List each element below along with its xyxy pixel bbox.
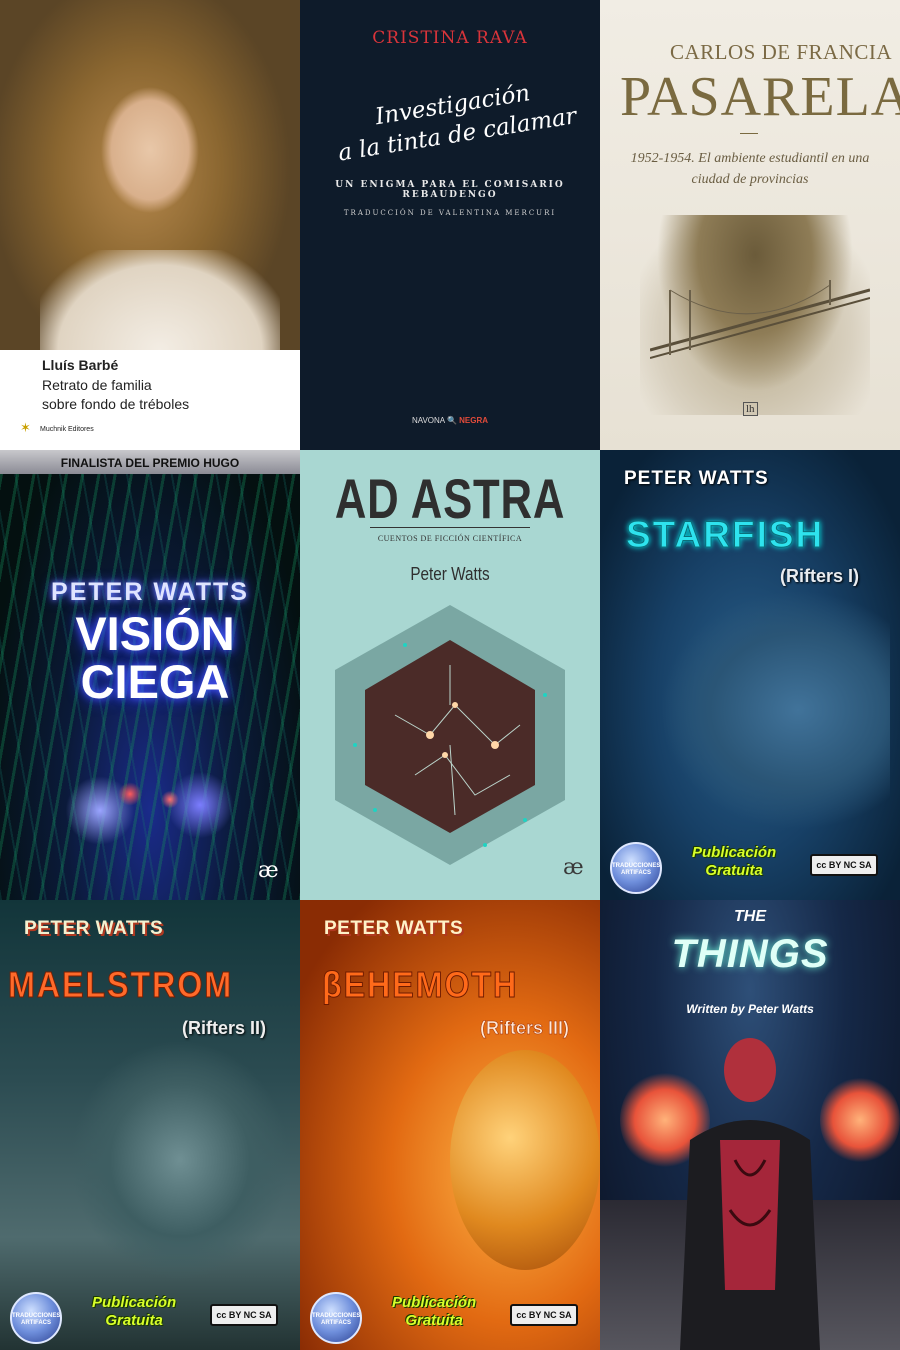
cover-author: PETER WATTS bbox=[24, 918, 164, 939]
badge-line2: Gratuita bbox=[405, 1312, 463, 1329]
traducciones-artifacs-logo: TRADUCCIONES ARTIFACS bbox=[310, 1292, 362, 1344]
cover-title-the: THE bbox=[734, 908, 766, 925]
creative-commons-icon: cc BY NC SA bbox=[510, 1304, 578, 1326]
publisher-logo: NAVONA 🔍 NEGRA bbox=[300, 416, 600, 425]
creative-commons-icon: cc BY NC SA bbox=[210, 1304, 278, 1326]
cover-title-line1: Retrato de familia bbox=[42, 377, 152, 393]
traducciones-artifacs-logo: TRADUCCIONES ARTIFACS bbox=[610, 842, 662, 894]
cover-title: STARFISH bbox=[625, 514, 825, 556]
cover-author: CRISTINA RAVA bbox=[372, 28, 528, 48]
book-cover-grid: Lluís Barbé Retrato de familia sobre fon… bbox=[0, 0, 900, 1350]
publisher-name-a: NAVONA bbox=[411, 416, 445, 425]
cover-byline: Written by Peter Watts bbox=[686, 1002, 814, 1016]
free-publication-badge: Publicación Gratuita bbox=[692, 844, 776, 880]
cover-series: (Rifters II) bbox=[182, 1018, 267, 1038]
cover-title: MAELSTROM bbox=[8, 964, 233, 1006]
cover-title: Investigación a la tinta de calamar bbox=[317, 69, 593, 170]
ae-logo-icon: æ bbox=[258, 858, 279, 883]
ae-logo-icon: æ bbox=[563, 855, 584, 880]
cover-subtitle: UN ENIGMA PARA EL COMISARIO REBAUDENGO bbox=[335, 180, 565, 200]
cover-series: (Rifters III) bbox=[480, 1018, 570, 1039]
title-rule bbox=[370, 527, 530, 528]
badge-line1: Publicación bbox=[692, 844, 777, 861]
badge-line1: Publicación bbox=[92, 1294, 177, 1311]
portrait-dress bbox=[40, 250, 280, 350]
book-cover-retrato-de-familia[interactable]: Lluís Barbé Retrato de familia sobre fon… bbox=[0, 0, 300, 450]
cover-author: Lluís Barbé bbox=[42, 357, 119, 373]
sea-creature bbox=[660, 590, 890, 830]
microbe-cell bbox=[450, 1050, 600, 1270]
cyborg-face bbox=[70, 1040, 290, 1280]
book-cover-starfish[interactable]: PETER WATTS STARFISH (Rifters I) TRADUCC… bbox=[600, 450, 900, 900]
free-publication-badge: Publicación Gratuita bbox=[392, 1294, 476, 1330]
cover-series: (Rifters I) bbox=[780, 566, 860, 586]
cover-subtitle: 1952-1954. El ambiente estudiantil en un… bbox=[630, 151, 870, 187]
badge-line2: Gratuita bbox=[705, 862, 763, 879]
award-text: FINALISTA DEL PREMIO HUGO bbox=[60, 456, 240, 470]
red-figure-illustration bbox=[680, 1038, 820, 1350]
cover-author: PETER WATTS bbox=[51, 578, 249, 606]
book-cover-investigacion[interactable]: CRISTINA RAVA Investigación a la tinta d… bbox=[300, 0, 600, 450]
bridge-illustration bbox=[650, 280, 870, 359]
book-cover-behemoth[interactable]: PETER WATTS βEHEMOTH (Rifters III) TRADU… bbox=[300, 900, 600, 1350]
cover-title: Retrato de familia sobre fondo de trébol… bbox=[42, 376, 242, 414]
magnifier-icon: 🔍 bbox=[446, 416, 457, 425]
traducciones-artifacs-logo: TRADUCCIONES ARTIFACS bbox=[10, 1292, 62, 1344]
cover-author: Peter Watts bbox=[410, 564, 490, 584]
publisher-logo: lh bbox=[743, 402, 758, 416]
title-rule bbox=[740, 133, 758, 134]
cover-title: VISIÓN CIEGA bbox=[0, 610, 300, 706]
book-cover-vision-ciega[interactable]: FINALISTA DEL PREMIO HUGO PETER WATTS VI… bbox=[0, 450, 300, 900]
hexagon-neurons-illustration bbox=[335, 605, 565, 865]
cover-title-line1: VISIÓN bbox=[75, 607, 235, 660]
cover-title-line2: sobre fondo de tréboles bbox=[42, 396, 190, 412]
book-cover-ad-astra[interactable]: AD ASTRA CUENTOS DE FICCIÓN CIENTÍFICA P… bbox=[300, 450, 600, 900]
cover-title: PASARELA bbox=[620, 66, 900, 128]
creative-commons-icon: cc BY NC SA bbox=[810, 854, 878, 876]
cover-subtitle: CUENTOS DE FICCIÓN CIENTÍFICA bbox=[377, 534, 523, 543]
cover-translator: TRADUCCIÓN DE VALENTINA MERCURI bbox=[343, 209, 557, 217]
cover-author: PETER WATTS bbox=[324, 918, 464, 939]
book-cover-pasarela[interactable]: CARLOS DE FRANCIA PASARELA 1952-1954. El… bbox=[600, 0, 900, 450]
cover-title: AD ASTRA bbox=[334, 467, 566, 530]
free-publication-badge: Publicación Gratuita bbox=[92, 1294, 176, 1330]
book-cover-the-things[interactable]: THE THINGS Written by Peter Watts bbox=[600, 900, 900, 1350]
publisher-name-b: NEGRA bbox=[459, 416, 489, 425]
cover-title: βEHEMOTH bbox=[322, 964, 519, 1006]
badge-line1: Publicación bbox=[392, 1294, 477, 1311]
glowing-lights bbox=[60, 750, 260, 860]
star-icon: ✶ bbox=[20, 420, 31, 435]
badge-line2: Gratuita bbox=[105, 1312, 163, 1329]
cover-title: THINGS bbox=[671, 932, 829, 976]
publisher-name: Muchnik Editores bbox=[40, 426, 94, 433]
cover-title-line2: CIEGA bbox=[80, 655, 230, 708]
cover-author: PETER WATTS bbox=[624, 468, 769, 489]
book-cover-maelstrom[interactable]: PETER WATTS MAELSTROM (Rifters II) TRADU… bbox=[0, 900, 300, 1350]
